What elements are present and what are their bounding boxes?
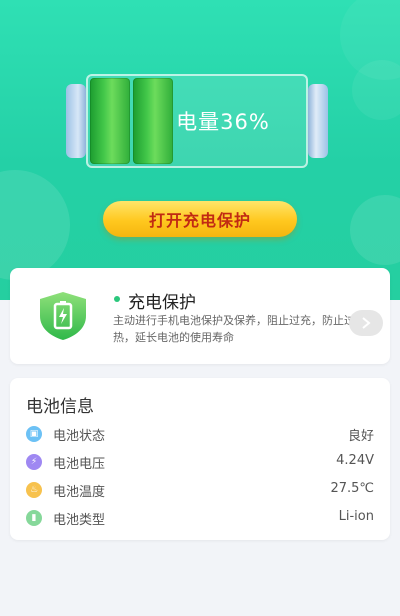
battery-body: 电量36%: [86, 74, 308, 168]
battery-graphic: 电量36%: [66, 70, 328, 172]
info-row: ▣ 电池状态 良好: [10, 423, 390, 445]
lightning-icon: ⚡: [26, 454, 42, 470]
battery-right-cap: [308, 84, 328, 158]
info-label: 电池电压: [53, 457, 106, 472]
info-label: 电池类型: [53, 513, 106, 528]
info-value: 27.5℃: [330, 481, 374, 496]
status-dot: [114, 296, 120, 302]
decor-bubble: [340, 0, 400, 80]
info-row: ⚡ 电池电压 4.24V: [10, 451, 390, 473]
decor-bubble: [350, 195, 400, 265]
shield-battery-icon: [36, 290, 90, 342]
status-icon: ▣: [26, 426, 42, 442]
info-row: ♨ 电池温度 27.5℃: [10, 479, 390, 501]
protection-title: 充电保护: [128, 293, 196, 313]
charge-protection-card[interactable]: 充电保护 主动进行手机电池保护及保养，阻止过充，防止过热，延长电池的使用寿命: [10, 268, 390, 364]
battery-info-title: 电池信息: [26, 397, 94, 417]
open-charge-protection-button[interactable]: 打开充电保护: [103, 201, 297, 237]
info-value: 良好: [347, 429, 374, 444]
battery-cell: [90, 78, 130, 164]
battery-left-cap: [66, 84, 86, 158]
chevron-right-icon[interactable]: [349, 310, 383, 336]
hero-header: 电量36% 打开充电保护: [0, 0, 400, 300]
protection-description: 主动进行手机电池保护及保养，阻止过充，防止过热，延长电池的使用寿命: [113, 314, 355, 344]
info-row: ▮ 电池类型 Li-ion: [10, 507, 390, 529]
info-label: 电池温度: [53, 485, 106, 500]
battery-icon: ▮: [26, 510, 42, 526]
info-value: Li-ion: [338, 509, 374, 524]
info-label: 电池状态: [53, 429, 106, 444]
info-value: 4.24V: [336, 453, 374, 468]
decor-bubble: [0, 170, 70, 280]
battery-info-card: 电池信息 ▣ 电池状态 良好 ⚡ 电池电压 4.24V ♨ 电池温度 27.5℃ ▮ 电池类型 Li-…: [10, 378, 390, 540]
battery-level-label: 电量36%: [176, 110, 270, 134]
flame-icon: ♨: [26, 482, 42, 498]
